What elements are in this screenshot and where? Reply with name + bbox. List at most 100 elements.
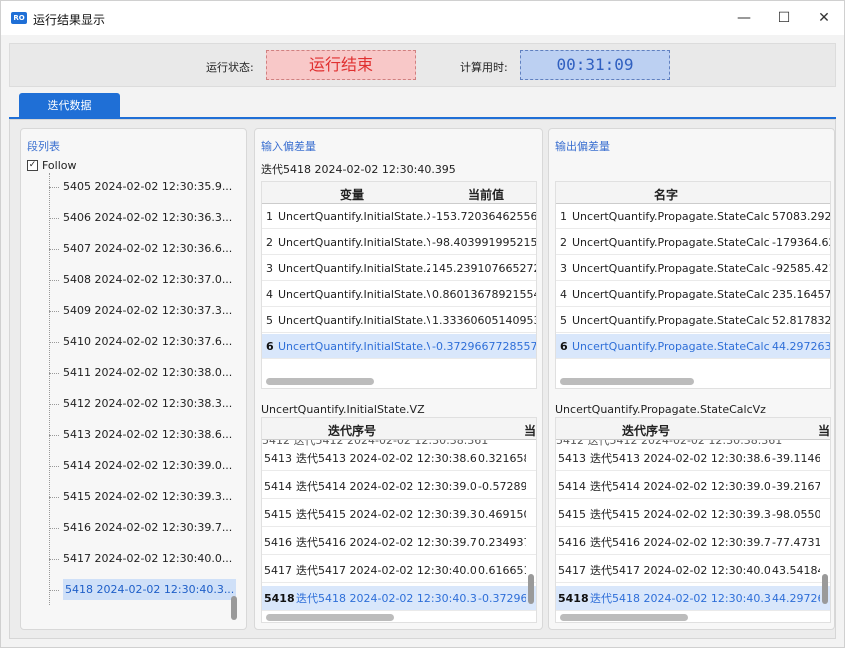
table-row[interactable]: 4 UncertQuantify.InitialState.VX 0.8601367…: [262, 282, 536, 307]
variable-value: -98.4039919952158: [432, 236, 536, 249]
table-row[interactable]: 6 UncertQuantify.Propagate.StateCalcVz 44.…: [556, 334, 830, 359]
iteration-value: 0.616651: [478, 564, 526, 577]
segment-label: 5417 2024-02-02 12:30:40.0...: [63, 552, 233, 565]
iteration-number: 5418: [264, 592, 294, 605]
status-bar: 运行状态: 运行结束 计算用时: 00:31:09: [9, 43, 836, 87]
elapsed-time-value: 00:31:09: [520, 50, 670, 80]
iteration-label: 迭代5418 2024-02-02 12:30:40.395: [590, 592, 770, 605]
segment-list-item[interactable]: 5411 2024-02-02 12:30:38.0...: [49, 359, 239, 387]
row-number: 1: [266, 210, 273, 223]
segment-tree[interactable]: 5405 2024-02-02 12:30:35.9... 5406 2024-0…: [41, 173, 241, 623]
variable-name: UncertQuantify.Propagate.StateCalcY: [572, 236, 770, 249]
segment-list-item[interactable]: 5406 2024-02-02 12:30:36.3...: [49, 204, 239, 232]
segment-list-item[interactable]: 5405 2024-02-02 12:30:35.9...: [49, 173, 239, 201]
row-number: 4: [560, 288, 567, 301]
segment-list-item[interactable]: 5408 2024-02-02 12:30:37.0...: [49, 266, 239, 294]
table-row[interactable]: 2 UncertQuantify.InitialState.Y -98.403991…: [262, 230, 536, 255]
tab-strip: 迭代数据: [9, 93, 836, 119]
result-window: RO 运行结果显示 — ☐ ✕ 运行状态: 运行结束 计算用时: 00:31:0…: [0, 0, 845, 648]
iteration-number: 5418: [558, 592, 588, 605]
title-bar: RO 运行结果显示 — ☐ ✕: [1, 1, 844, 35]
elapsed-time-label: 计算用时:: [460, 61, 508, 74]
iteration-number: 5416: [558, 536, 586, 549]
column-header-iteration-no: 迭代序号: [328, 424, 377, 438]
history-row[interactable]: 5415 迭代5415 2024-02-02 12:30:39.378 -98.05…: [556, 502, 830, 527]
history-row[interactable]: 5413 迭代5413 2024-02-02 12:30:38.699 -39.11…: [556, 446, 830, 471]
row-number: 6: [266, 340, 274, 353]
iteration-label: 迭代5417 2024-02-02 12:30:40.057: [296, 564, 476, 577]
segment-list-item[interactable]: 5410 2024-02-02 12:30:37.6...: [49, 328, 239, 356]
segment-list-item[interactable]: 5409 2024-02-02 12:30:37.3...: [49, 297, 239, 325]
segment-list-item[interactable]: 5407 2024-02-02 12:30:36.6...: [49, 235, 239, 263]
input-history-vscrollbar[interactable]: [528, 574, 534, 604]
tree-branch-line: [49, 434, 59, 436]
iteration-value: 44.29726: [772, 592, 820, 605]
history-row[interactable]: 5416 迭代5416 2024-02-02 12:30:39.718 -77.47…: [556, 530, 830, 555]
segment-list-item[interactable]: 5412 2024-02-02 12:30:38.3...: [49, 390, 239, 418]
iteration-value: 0.234937: [478, 536, 526, 549]
tree-branch-line: [49, 186, 59, 188]
segment-list-item[interactable]: 5416 2024-02-02 12:30:39.7...: [49, 514, 239, 542]
table-row[interactable]: 1 UncertQuantify.Propagate.StateCalcX 5708…: [556, 204, 830, 229]
iteration-number: 5417: [558, 564, 586, 577]
table-row[interactable]: 6 UncertQuantify.InitialState.VZ -0.372966…: [262, 334, 536, 359]
history-row[interactable]: 5417 迭代5417 2024-02-02 12:30:40.057 43.541…: [556, 558, 830, 583]
row-number: 6: [560, 340, 568, 353]
row-number: 1: [560, 210, 567, 223]
maximize-button[interactable]: ☐: [764, 1, 804, 35]
minimize-button[interactable]: —: [724, 1, 764, 35]
table-row[interactable]: 3 UncertQuantify.InitialState.Z 145.239107…: [262, 256, 536, 281]
row-number: 5: [560, 314, 567, 327]
input-variable-table: 变量 当前值 1 UncertQuantify.InitialState.X -15…: [261, 181, 537, 389]
iteration-number: 5416: [264, 536, 292, 549]
output-history-vscrollbar[interactable]: [822, 574, 828, 604]
history-row[interactable]: 5418 迭代5418 2024-02-02 12:30:40.395 -0.372…: [262, 586, 536, 611]
table-row[interactable]: 1 UncertQuantify.InitialState.X -153.72036…: [262, 204, 536, 229]
variable-value: 145.239107665272: [432, 262, 536, 275]
history-row[interactable]: 5416 迭代5416 2024-02-02 12:30:39.718 0.2349…: [262, 530, 536, 555]
follow-checkbox-row[interactable]: ✓ Follow: [27, 157, 77, 173]
variable-name: UncertQuantify.Propagate.StateCalcVz: [572, 340, 770, 353]
output-table-hscrollbar[interactable]: [560, 378, 694, 385]
column-header-value: 当: [818, 424, 831, 438]
table-row[interactable]: 4 UncertQuantify.Propagate.StateCalcVx 235…: [556, 282, 830, 307]
history-row[interactable]: 5418 迭代5418 2024-02-02 12:30:40.395 44.297…: [556, 586, 830, 611]
tree-branch-line: [49, 279, 59, 281]
tab-content: 段列表 ✓ Follow 5405 2024-02-02 12:30:35.9.…: [9, 119, 836, 639]
input-deviation-title: 输入偏差量: [261, 140, 316, 153]
table-row[interactable]: 5 UncertQuantify.Propagate.StateCalcVy 52.…: [556, 308, 830, 333]
variable-name: UncertQuantify.InitialState.Z: [278, 262, 430, 275]
table-row[interactable]: 5 UncertQuantify.InitialState.VY 1.3336060…: [262, 308, 536, 333]
segment-list-scrollbar[interactable]: [231, 596, 237, 620]
input-history-hscrollbar[interactable]: [266, 614, 394, 621]
history-row[interactable]: 5413 迭代5413 2024-02-02 12:30:38.699 0.3216…: [262, 446, 536, 471]
iteration-number: 5413: [264, 452, 292, 465]
input-table-hscrollbar[interactable]: [266, 378, 374, 385]
segment-list-item[interactable]: 5414 2024-02-02 12:30:39.0...: [49, 452, 239, 480]
tree-branch-line: [49, 465, 59, 467]
history-row[interactable]: 5415 迭代5415 2024-02-02 12:30:39.378 0.4691…: [262, 502, 536, 527]
iteration-label: 迭代5418 2024-02-02 12:30:40.395: [296, 592, 476, 605]
output-history-hscrollbar[interactable]: [560, 614, 688, 621]
follow-checkbox[interactable]: ✓: [27, 159, 38, 171]
iteration-value: 0.321658: [478, 452, 526, 465]
variable-name: UncertQuantify.Propagate.StateCalcZ: [572, 262, 770, 275]
table-header: 变量 当前值: [262, 182, 536, 204]
history-row[interactable]: 5417 迭代5417 2024-02-02 12:30:40.057 0.6166…: [262, 558, 536, 583]
segment-list-item[interactable]: 5413 2024-02-02 12:30:38.6...: [49, 421, 239, 449]
history-row[interactable]: 5414 迭代5414 2024-02-02 12:30:39.038 -0.572…: [262, 474, 536, 499]
segment-list-item[interactable]: 5418 2024-02-02 12:30:40.3...: [49, 576, 239, 604]
tab-iteration-data[interactable]: 迭代数据: [19, 93, 120, 119]
table-row[interactable]: 3 UncertQuantify.Propagate.StateCalcZ -925…: [556, 256, 830, 281]
history-row[interactable]: 5414 迭代5414 2024-02-02 12:30:39.038 -39.21…: [556, 474, 830, 499]
table-row[interactable]: 2 UncertQuantify.Propagate.StateCalcY -179…: [556, 230, 830, 255]
tree-branch-line: [49, 403, 59, 405]
segment-list-title: 段列表: [27, 140, 60, 153]
iteration-value: -39.21672: [772, 480, 820, 493]
segment-list-item[interactable]: 5417 2024-02-02 12:30:40.0...: [49, 545, 239, 573]
output-deviation-panel: 输出偏差量 名字 1 UncertQuantify.Propagate.State…: [548, 128, 835, 630]
iteration-value: -0.372966: [478, 592, 526, 605]
close-button[interactable]: ✕: [804, 1, 844, 35]
variable-value: 0.860136789215541: [432, 288, 536, 301]
segment-list-item[interactable]: 5415 2024-02-02 12:30:39.3...: [49, 483, 239, 511]
